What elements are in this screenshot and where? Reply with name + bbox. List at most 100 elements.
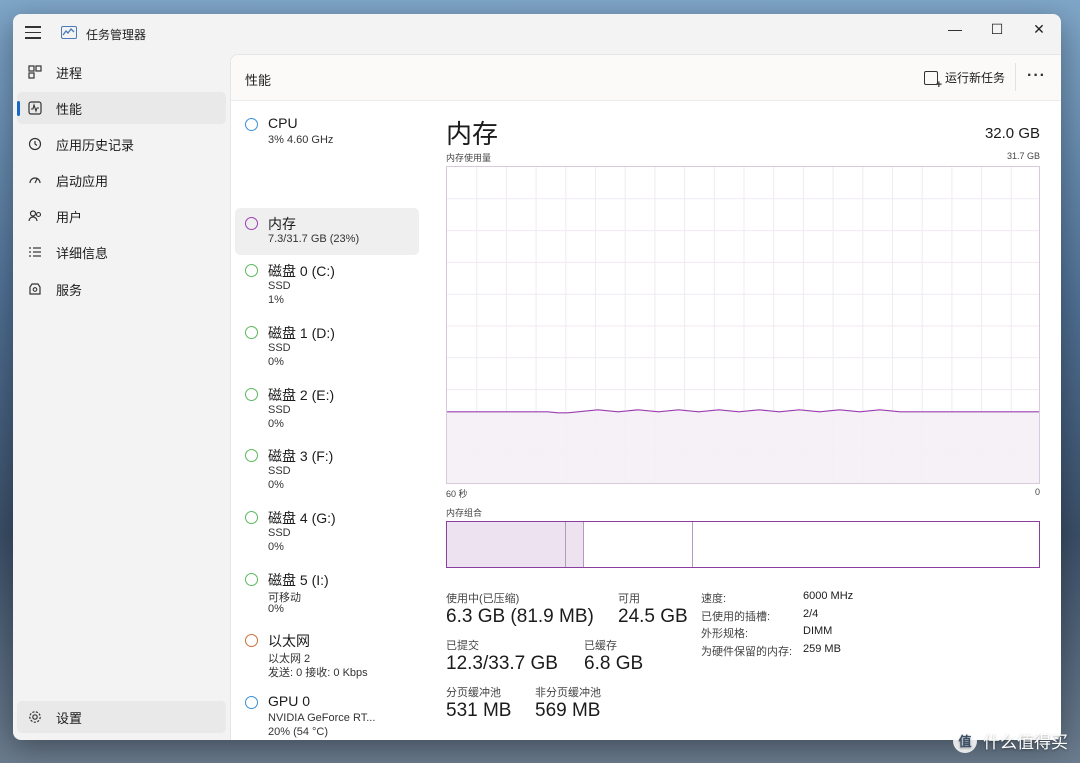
minimize-button[interactable]: — <box>933 14 977 44</box>
device-name: 磁盘 3 (F:) <box>268 448 334 464</box>
maximize-button[interactable]: ☐ <box>975 14 1019 44</box>
device-cpu[interactable]: CPU 3% 4.60 GHz <box>235 110 419 154</box>
watermark-text: 什么值得买 <box>983 733 1068 752</box>
app-title: 任务管理器 <box>86 28 147 42</box>
nonpaged-pool-label: 非分页缓冲池 <box>535 687 601 699</box>
watermark: 值 什么值得买 <box>953 728 1068 753</box>
memory-details: 内存 32.0 GB 内存使用量 31.7 GB 60 秒 0 内存组合 使用中… <box>431 102 1061 740</box>
device-type: SSD <box>268 280 291 292</box>
sidebar-item-services[interactable]: 服务 <box>17 273 226 305</box>
committed-label: 已提交 <box>446 640 479 652</box>
available-value: 24.5 GB <box>618 606 688 627</box>
main-header: 性能 运行新任务 ··· <box>231 55 1061 101</box>
device-name: 磁盘 5 (I:) <box>268 572 329 588</box>
sidebar-item-app-history[interactable]: 应用历史记录 <box>17 128 226 160</box>
in-use-value: 6.3 GB (81.9 MB) <box>446 606 594 627</box>
cpu-indicator-icon <box>245 118 258 131</box>
device-type: NVIDIA GeForce RT... <box>268 712 376 724</box>
in-use-label: 使用中(已压缩) <box>446 593 520 605</box>
hamburger-menu-icon[interactable] <box>25 26 41 40</box>
device-disk-3[interactable]: 磁盘 3 (F:) SSD 0% <box>235 446 419 502</box>
form-factor-label: 外形规格: <box>701 628 749 640</box>
device-disk-0[interactable]: 磁盘 0 (C:) SSD 1% <box>235 261 419 317</box>
disk-indicator-icon <box>245 449 258 462</box>
sidebar-item-users[interactable]: 用户 <box>17 200 226 232</box>
disk-indicator-icon <box>245 326 258 339</box>
device-name: 以太网 <box>268 633 310 649</box>
committed-value: 12.3/33.7 GB <box>446 653 558 674</box>
ethernet-indicator-icon <box>245 634 258 647</box>
memory-usage-chart <box>446 166 1040 484</box>
users-icon <box>27 208 43 224</box>
sidebar-item-startup[interactable]: 启动应用 <box>17 164 226 196</box>
sidebar-item-label: 服务 <box>56 282 83 298</box>
device-stat: 0% <box>268 541 284 553</box>
more-options-button[interactable]: ··· <box>1027 67 1046 85</box>
memory-composition-bar <box>446 521 1040 568</box>
close-button[interactable]: ✕ <box>1017 14 1061 44</box>
performance-icon <box>27 100 43 116</box>
memory-indicator-icon <box>245 217 258 230</box>
main-panel: 性能 运行新任务 ··· CPU 3% 4.60 GHz 内存 7.3/31.7… <box>230 54 1061 740</box>
page-title: 性能 <box>245 73 272 88</box>
watermark-logo-icon: 值 <box>953 728 977 753</box>
sidebar-item-label: 性能 <box>56 101 83 117</box>
device-disk-5[interactable]: 磁盘 5 (I:) 可移动 0% <box>235 570 419 626</box>
device-stat: 20% (54 °C) <box>268 726 329 738</box>
nonpaged-pool-value: 569 MB <box>535 700 601 721</box>
slots-used-value: 2/4 <box>803 608 819 620</box>
sidebar-item-label: 进程 <box>56 65 83 81</box>
form-factor-value: DIMM <box>803 625 833 637</box>
hardware-reserved-value: 259 MB <box>803 643 841 655</box>
disk-indicator-icon <box>245 388 258 401</box>
device-name: 磁盘 4 (G:) <box>268 510 336 526</box>
device-name: 磁盘 0 (C:) <box>268 263 335 279</box>
details-icon <box>27 244 43 260</box>
paged-pool-value: 531 MB <box>446 700 512 721</box>
run-new-task-label: 运行新任务 <box>945 71 1006 85</box>
device-memory[interactable]: 内存 7.3/31.7 GB (23%) <box>235 208 419 255</box>
speed-label: 速度: <box>701 593 727 605</box>
sidebar-item-label: 应用历史记录 <box>56 137 135 153</box>
slots-used-label: 已使用的插槽: <box>701 611 771 623</box>
device-disk-1[interactable]: 磁盘 1 (D:) SSD 0% <box>235 323 419 379</box>
sidebar-item-performance[interactable]: 性能 <box>17 92 226 124</box>
history-icon <box>27 136 43 152</box>
cached-value: 6.8 GB <box>584 653 644 674</box>
device-stat: 0% <box>268 418 284 430</box>
settings-button[interactable]: 设置 <box>17 701 226 733</box>
x-axis-right-label: 0 <box>1034 487 1040 497</box>
gear-icon <box>27 709 43 725</box>
device-type: SSD <box>268 342 291 354</box>
gpu-indicator-icon <box>245 696 258 709</box>
device-ethernet[interactable]: 以太网 以太网 2 发送: 0 接收: 0 Kbps <box>235 631 419 687</box>
device-disk-4[interactable]: 磁盘 4 (G:) SSD 0% <box>235 508 419 564</box>
device-stat: 0% <box>268 356 284 368</box>
device-stat: 3% 4.60 GHz <box>268 134 334 146</box>
composition-standby <box>582 522 692 567</box>
composition-modified <box>565 522 583 567</box>
device-stat: 1% <box>268 294 284 306</box>
sidebar-item-label: 用户 <box>56 209 83 225</box>
title-bar: 任务管理器 — ☐ ✕ <box>13 14 1061 52</box>
sidebar-item-details[interactable]: 详细信息 <box>17 236 226 268</box>
device-disk-2[interactable]: 磁盘 2 (E:) SSD 0% <box>235 385 419 441</box>
settings-label: 设置 <box>56 710 83 726</box>
disk-indicator-icon <box>245 264 258 277</box>
device-gpu[interactable]: GPU 0 NVIDIA GeForce RT... 20% (54 °C) <box>235 693 419 739</box>
run-new-task-button[interactable]: 运行新任务 <box>924 69 1006 91</box>
device-name: GPU 0 <box>268 693 311 709</box>
sidebar-item-processes[interactable]: 进程 <box>17 56 226 88</box>
device-type: SSD <box>268 404 291 416</box>
usage-max-label: 31.7 GB <box>1006 151 1040 161</box>
task-manager-window: 任务管理器 — ☐ ✕ 进程 性能 应用历史记录 启动应用 用户 详细信息 服务… <box>13 14 1061 740</box>
usage-label: 内存使用量 <box>446 153 492 163</box>
device-type: SSD <box>268 527 291 539</box>
device-list: CPU 3% 4.60 GHz 内存 7.3/31.7 GB (23%) 磁盘 … <box>231 102 431 740</box>
disk-indicator-icon <box>245 511 258 524</box>
device-stat: 0% <box>268 479 284 491</box>
sidebar-item-label: 详细信息 <box>56 245 109 261</box>
memory-usage-area <box>447 409 1039 483</box>
device-type: SSD <box>268 465 291 477</box>
hardware-reserved-label: 为硬件保留的内存: <box>701 646 793 658</box>
